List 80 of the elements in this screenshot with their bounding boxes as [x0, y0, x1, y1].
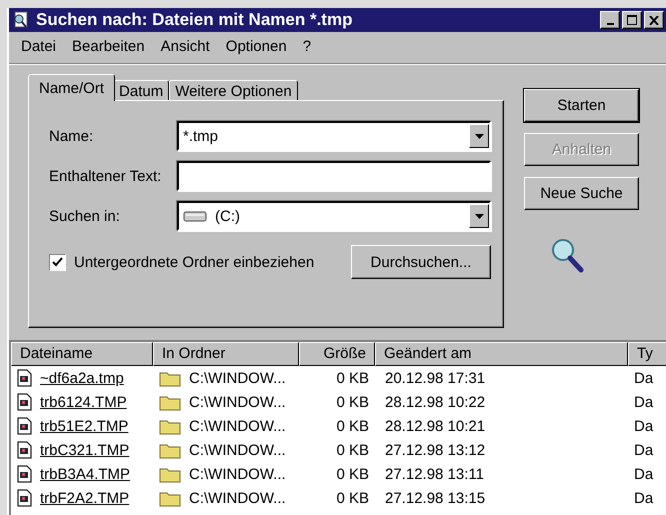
menu-item[interactable]: Optionen — [218, 38, 295, 55]
file-size: 0 KB — [336, 490, 369, 506]
folder-path: C:\WINDOW... — [189, 418, 286, 434]
maximize-icon — [627, 15, 637, 25]
modified-date: 28.12.98 10:21 — [385, 418, 486, 434]
file-type: Da — [634, 394, 654, 410]
file-name[interactable]: trbF2A2.TMP — [40, 490, 130, 506]
file-size: 0 KB — [336, 418, 369, 434]
name-field[interactable]: *.tmp — [177, 121, 491, 151]
dropdown-button[interactable] — [469, 124, 489, 148]
column-header[interactable]: Dateiname — [11, 342, 153, 366]
file-type: Da — [634, 370, 654, 386]
close-icon — [649, 16, 659, 24]
file-icon — [17, 441, 32, 459]
checkbox-label: Untergeordnete Ordner einbeziehen — [74, 254, 316, 270]
column-header[interactable]: Ty — [628, 342, 666, 366]
caret-icon — [474, 214, 484, 218]
checkbox[interactable] — [49, 254, 66, 270]
folder-path: C:\WINDOW... — [189, 466, 286, 482]
minimize-button[interactable] — [600, 11, 620, 29]
tab[interactable]: Weitere Optionen — [169, 80, 298, 101]
folder-icon — [159, 394, 181, 410]
drive-icon — [183, 210, 207, 222]
modified-date: 27.12.98 13:11 — [385, 466, 484, 482]
file-size: 0 KB — [336, 442, 369, 458]
column-header[interactable]: Größe — [299, 342, 375, 366]
file-name[interactable]: trb6124.TMP — [40, 394, 127, 410]
file-name[interactable]: trb51E2.TMP — [40, 418, 128, 434]
caret-icon — [474, 134, 484, 138]
browse-button[interactable]: Durchsuchen... — [351, 245, 491, 279]
folder-path: C:\WINDOW... — [189, 490, 286, 506]
file-size: 0 KB — [336, 394, 369, 410]
column-header[interactable]: Geändert am — [375, 342, 628, 366]
folder-icon — [159, 466, 181, 482]
file-type: Da — [634, 418, 654, 434]
folder-path: C:\WINDOW... — [189, 442, 286, 458]
folder-icon — [159, 442, 181, 458]
text-field[interactable] — [177, 161, 491, 191]
window-title: Suchen nach: Dateien mit Namen *.tmp — [36, 10, 354, 30]
file-type: Da — [634, 490, 654, 506]
menu-item[interactable]: Bearbeiten — [64, 38, 153, 55]
folder-path: C:\WINDOW... — [189, 370, 286, 386]
file-type: Da — [634, 442, 654, 458]
field-label: Suchen in: — [49, 208, 121, 224]
tab[interactable]: Name/Ort — [28, 74, 116, 101]
file-size: 0 KB — [336, 466, 369, 482]
field-label: Name: — [49, 128, 94, 144]
menu-item[interactable]: Datei — [13, 38, 64, 55]
file-icon — [17, 393, 32, 411]
folder-icon — [159, 370, 181, 386]
modified-date: 20.12.98 17:31 — [385, 370, 486, 386]
folder-path: C:\WINDOW... — [189, 394, 286, 410]
modified-date: 28.12.98 10:22 — [385, 394, 486, 410]
menu-item[interactable]: Ansicht — [152, 38, 218, 55]
minimize-icon — [606, 23, 614, 25]
field-label: Enthaltener Text: — [49, 168, 162, 184]
column-header[interactable]: In Ordner — [153, 342, 299, 366]
file-icon — [17, 417, 32, 435]
modified-date: 27.12.98 13:12 — [385, 442, 486, 458]
file-icon — [17, 369, 32, 387]
file-name[interactable]: trbB3A4.TMP — [40, 466, 130, 482]
tab[interactable]: Datum — [113, 80, 170, 101]
folder-icon — [159, 490, 181, 506]
search-icon — [12, 11, 30, 29]
file-icon — [17, 465, 32, 483]
close-button[interactable] — [644, 11, 664, 29]
magnifier-icon — [550, 237, 584, 273]
file-icon — [17, 489, 32, 507]
action-button[interactable]: Starten — [524, 89, 639, 122]
action-button[interactable]: Neue Suche — [524, 177, 639, 210]
file-name[interactable]: ~df6a2a.tmp — [40, 370, 124, 386]
file-size: 0 KB — [336, 370, 369, 386]
menu-item[interactable]: ? — [294, 38, 320, 55]
location-field[interactable]: (C:) — [177, 201, 491, 231]
dropdown-button[interactable] — [469, 204, 489, 228]
modified-date: 27.12.98 13:15 — [385, 490, 486, 506]
folder-icon — [159, 418, 181, 434]
file-name[interactable]: trbC321.TMP — [40, 442, 130, 458]
maximize-button[interactable] — [622, 11, 642, 29]
file-type: Da — [634, 466, 654, 482]
